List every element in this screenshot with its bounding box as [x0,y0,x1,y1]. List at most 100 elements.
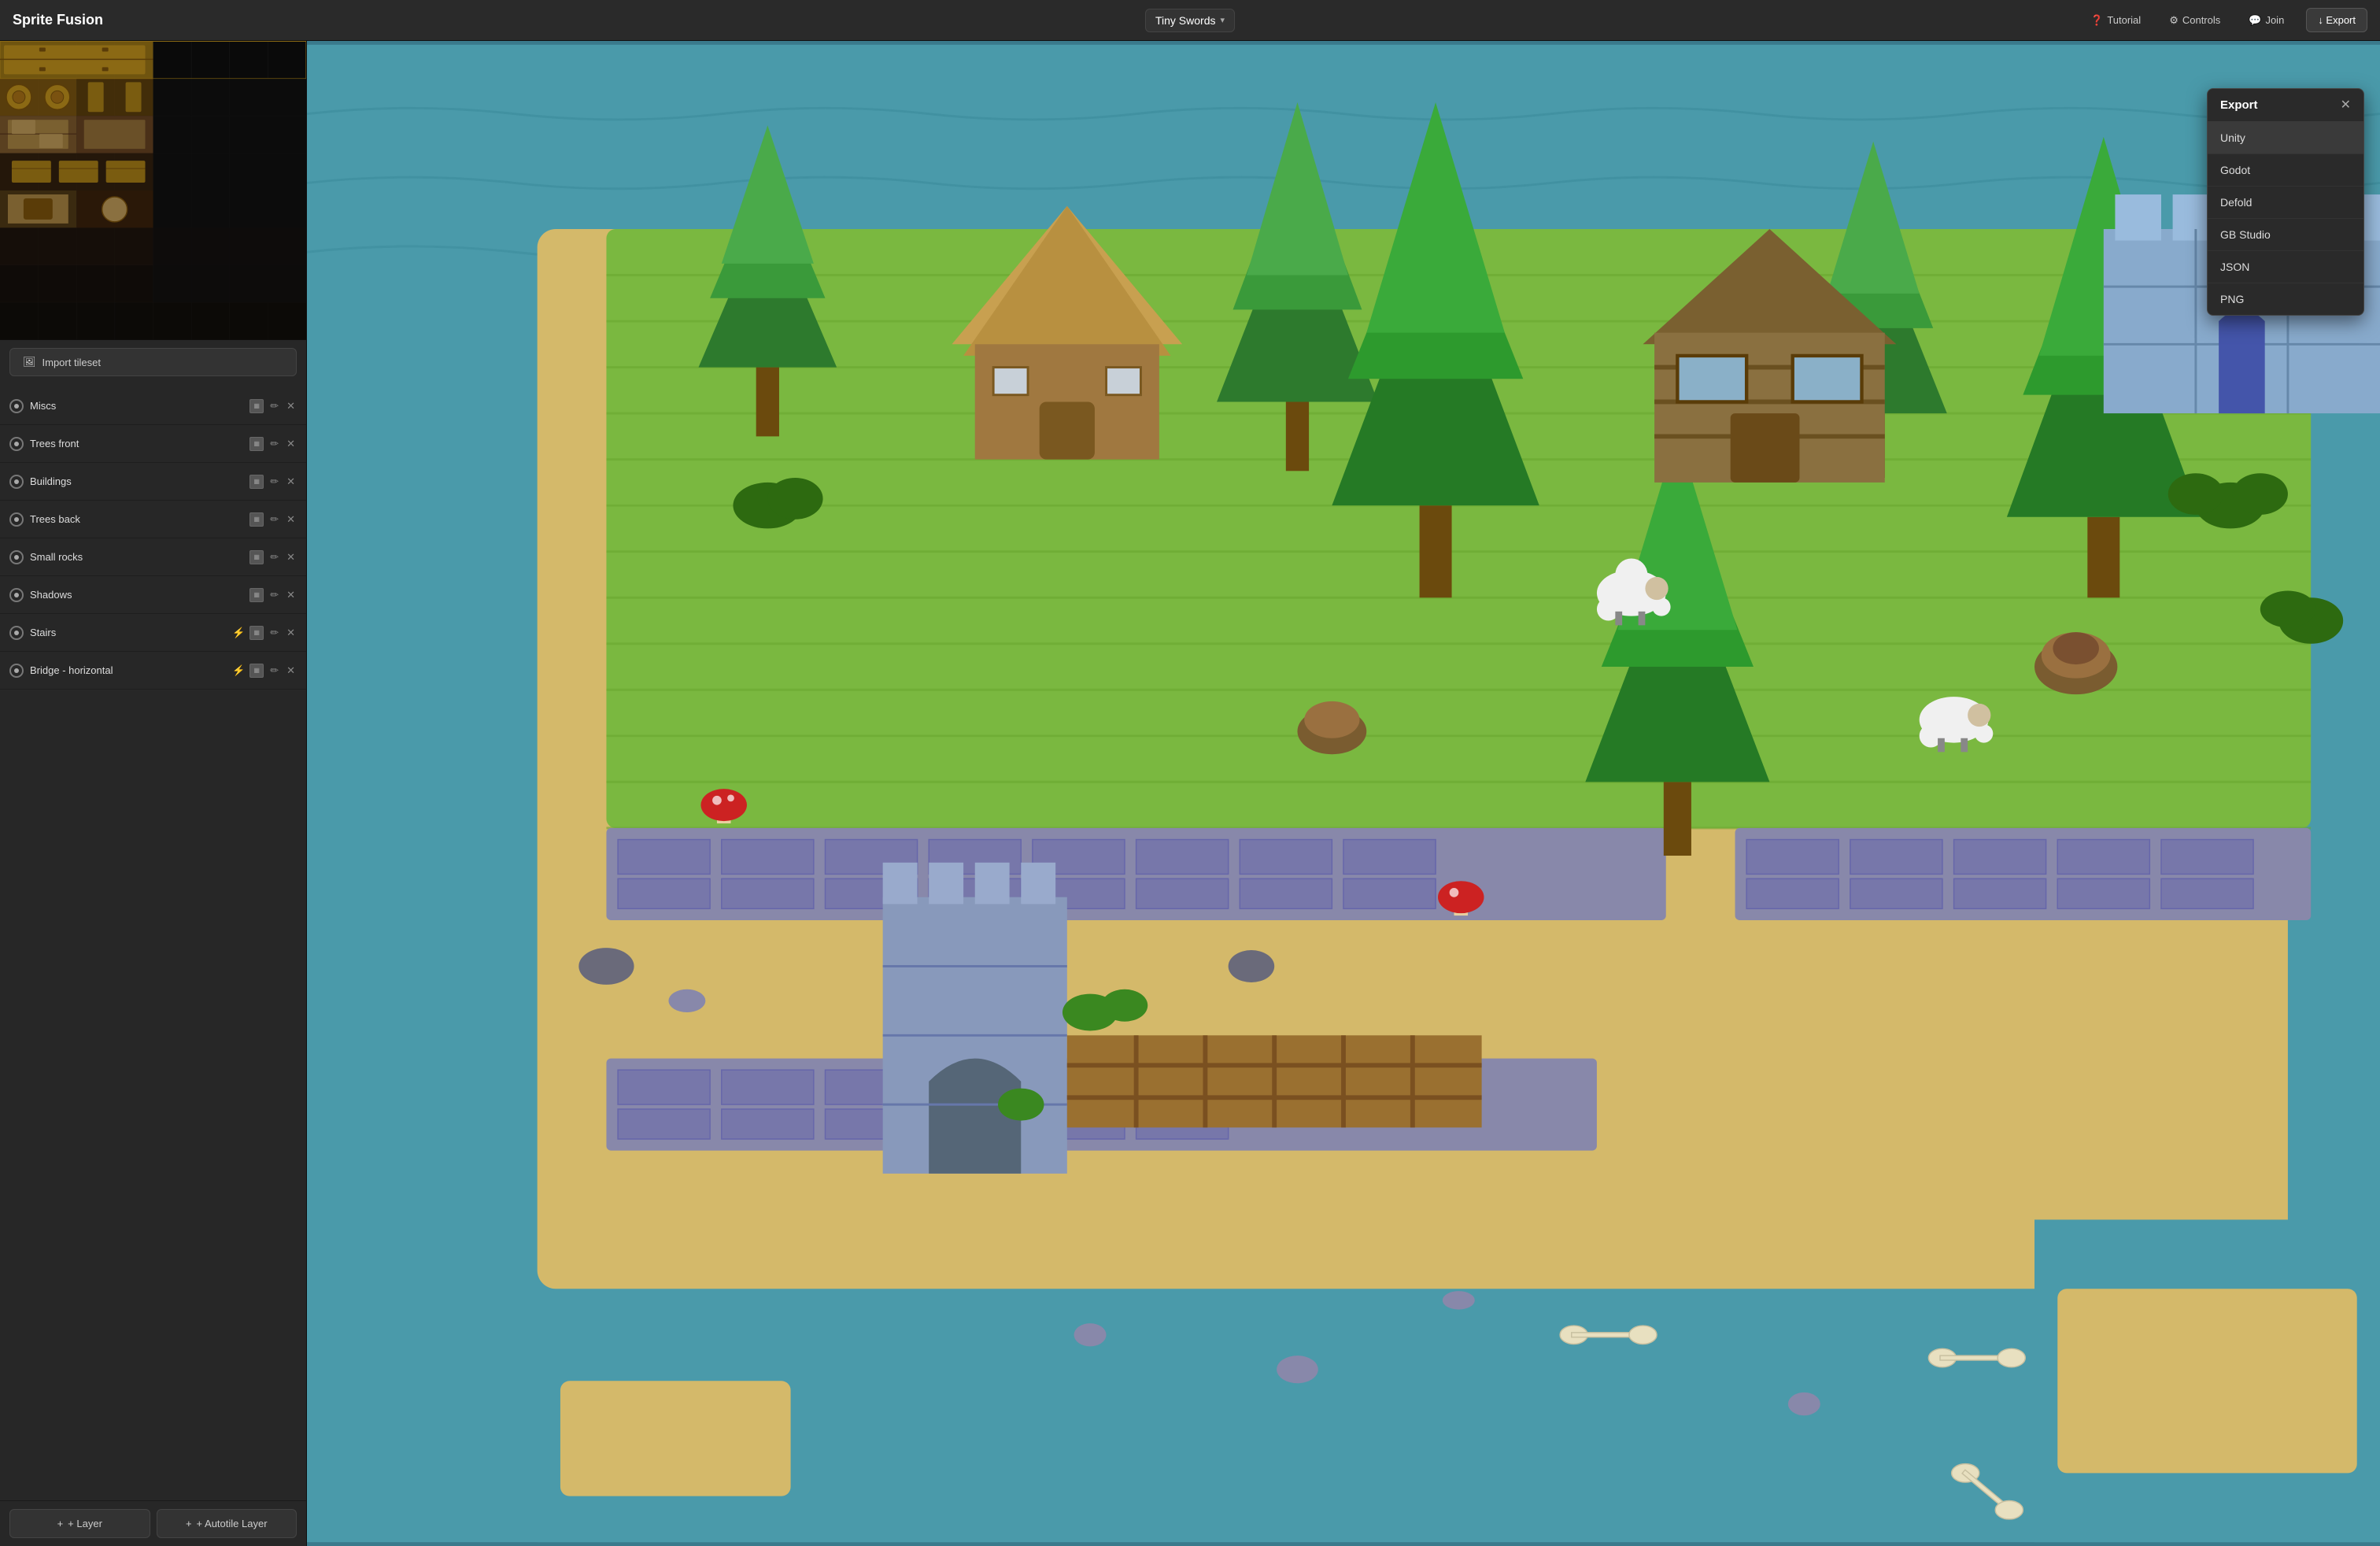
layer-thumbnail: ▦ [249,664,264,678]
sidebar: 🖼 Import tileset Miscs ▦ ✏ ✕ Trees front ▦… [0,41,307,1546]
layer-edit-button[interactable]: ✏ [268,399,280,412]
layer-edit-button[interactable]: ✏ [268,664,280,677]
layer-name-label: Small rocks [30,551,243,563]
layer-visibility-toggle[interactable] [9,437,24,451]
layer-name-label: Buildings [30,475,243,487]
layer-edit-button[interactable]: ✏ [268,512,280,526]
add-layer-button[interactable]: + + Layer [9,1509,150,1538]
layer-visibility-toggle[interactable] [9,588,24,602]
export-option-unity[interactable]: Unity [2208,122,2363,154]
layer-visibility-toggle[interactable] [9,475,24,489]
layer-thumbnail: ▦ [249,399,264,413]
export-options-list: UnityGodotDefoldGB StudioJSONPNG [2208,122,2363,315]
layer-actions: ▦ ✏ ✕ [249,550,297,564]
layer-row-7[interactable]: Bridge - horizontal ⚡ ▦ ✏ ✕ [0,652,306,690]
import-icon: 🖼 [23,356,36,368]
layer-row-2[interactable]: Buildings ▦✏✕ [0,463,306,501]
tileset-canvas[interactable] [0,41,306,340]
layer-row-5[interactable]: Shadows ▦ ✏ ✕ [0,576,306,614]
layer-close-button[interactable]: ✕ [285,475,297,488]
tutorial-button[interactable]: ❓ Tutorial [2084,11,2147,30]
layer-name-label: Shadows [30,589,243,601]
add-layer-label: + Layer [68,1518,102,1529]
layer-thumbnail: ▦ [249,550,264,564]
export-dropdown-header: Export ✕ [2208,89,2363,122]
layer-thumbnail: ▦ [249,512,264,527]
main-layout: 🖼 Import tileset Miscs ▦ ✏ ✕ Trees front ▦… [0,41,2380,1546]
layer-row-6[interactable]: Stairs ⚡▦✏✕ [0,614,306,652]
export-option-gb-studio[interactable]: GB Studio [2208,219,2363,251]
layer-actions: ▦✏✕ [249,475,297,489]
layer-actions: ▦ ✏ ✕ [249,588,297,602]
layer-row-3[interactable]: Trees back ▦✏✕ [0,501,306,538]
import-tileset-button[interactable]: 🖼 Import tileset [9,348,297,376]
eye-dot [14,442,19,446]
tileset-preview [0,41,306,340]
chevron-down-icon: ▾ [1220,15,1225,25]
join-button[interactable]: 💬 Join [2242,11,2290,30]
export-close-button[interactable]: ✕ [2341,99,2351,112]
canvas-area[interactable]: Export ✕ UnityGodotDefoldGB StudioJSONPN… [307,41,2380,1546]
export-label: ↓ Export [2318,14,2356,26]
layer-edit-button[interactable]: ✏ [268,437,280,450]
controls-button[interactable]: ⚙ Controls [2163,11,2227,30]
eye-dot [14,517,19,522]
layer-close-button[interactable]: ✕ [285,512,297,526]
lightning-icon: ⚡ [232,664,245,677]
layer-close-button[interactable]: ✕ [285,588,297,601]
project-name-button[interactable]: Tiny Swords ▾ [1145,9,1235,32]
plus-icon: + [57,1518,64,1529]
app-title: Sprite Fusion [13,12,103,28]
tutorial-label: Tutorial [2107,14,2141,26]
export-option-defold[interactable]: Defold [2208,187,2363,219]
tutorial-icon: ❓ [2090,14,2103,27]
layer-visibility-toggle[interactable] [9,626,24,640]
layer-edit-button[interactable]: ✏ [268,475,280,488]
layer-close-button[interactable]: ✕ [285,664,297,677]
controls-label: Controls [2182,14,2220,26]
layer-row-0[interactable]: Miscs ▦ ✏ ✕ [0,387,306,425]
layer-visibility-toggle[interactable] [9,550,24,564]
layer-visibility-toggle[interactable] [9,512,24,527]
layer-edit-button[interactable]: ✏ [268,588,280,601]
layer-actions: ▦ ✏ ✕ [249,399,297,413]
layer-name-label: Miscs [30,400,243,412]
layers-panel: Miscs ▦ ✏ ✕ Trees front ▦ ✏ ✕ Buildings ▦ ✏ ✕ [0,384,306,1500]
layer-edit-button[interactable]: ✏ [268,550,280,564]
export-dropdown: Export ✕ UnityGodotDefoldGB StudioJSONPN… [2207,88,2364,316]
layer-actions: ⚡▦✏✕ [232,626,297,640]
layer-thumbnail: ▦ [249,626,264,640]
layer-actions: ▦ ✏ ✕ [249,437,297,451]
eye-dot [14,555,19,560]
layer-visibility-toggle[interactable] [9,664,24,678]
add-autotile-button[interactable]: + + Autotile Layer [157,1509,298,1538]
add-autotile-label: + Autotile Layer [197,1518,268,1529]
controls-icon: ⚙ [2169,14,2179,27]
layer-visibility-toggle[interactable] [9,399,24,413]
layer-actions: ⚡ ▦ ✏ ✕ [232,664,297,678]
map-canvas[interactable] [307,41,2380,1546]
layer-thumbnail: ▦ [249,437,264,451]
export-option-png[interactable]: PNG [2208,283,2363,315]
layer-name-label: Trees front [30,438,243,449]
export-dropdown-title: Export [2220,98,2258,112]
layer-row-1[interactable]: Trees front ▦ ✏ ✕ [0,425,306,463]
layer-edit-button[interactable]: ✏ [268,626,280,639]
header: Sprite Fusion Tiny Swords ▾ ❓ Tutorial ⚙… [0,0,2380,41]
layer-name-label: Bridge - horizontal [30,664,226,676]
layer-close-button[interactable]: ✕ [285,626,297,639]
export-button[interactable]: ↓ Export [2306,8,2367,32]
layer-close-button[interactable]: ✕ [285,437,297,450]
project-name-label: Tiny Swords [1155,14,1216,27]
export-option-json[interactable]: JSON [2208,251,2363,283]
eye-dot [14,404,19,409]
export-option-godot[interactable]: Godot [2208,154,2363,187]
layer-name-label: Stairs [30,627,226,638]
header-actions: ❓ Tutorial ⚙ Controls 💬 Join ↓ Export [2084,8,2367,32]
layer-close-button[interactable]: ✕ [285,550,297,564]
eye-dot [14,479,19,484]
layer-thumbnail: ▦ [249,588,264,602]
layer-actions: ▦ ✏ ✕ [249,512,297,527]
layer-close-button[interactable]: ✕ [285,399,297,412]
layer-row-4[interactable]: Small rocks ▦ ✏ ✕ [0,538,306,576]
